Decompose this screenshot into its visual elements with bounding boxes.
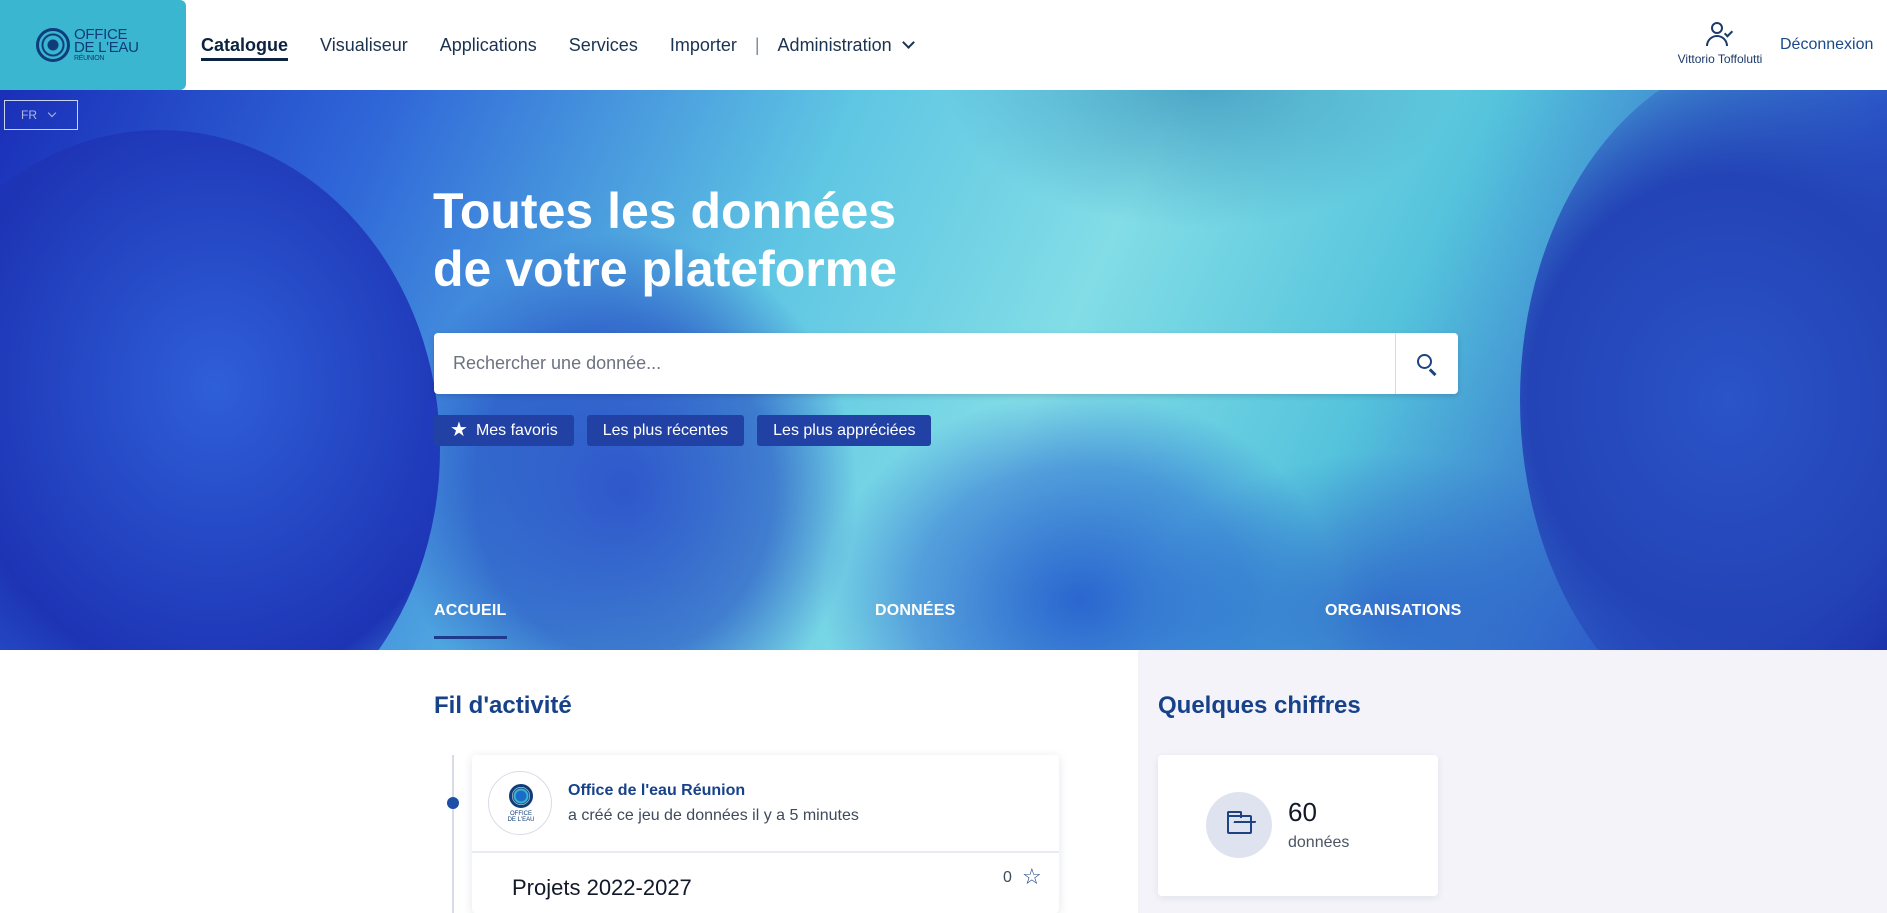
hero-title-line-2: de votre plateforme xyxy=(433,241,898,297)
user-check-icon xyxy=(1705,22,1735,48)
chip-label: Mes favoris xyxy=(475,422,558,439)
org-logo[interactable]: OFFICE DE L'EAU xyxy=(488,771,552,835)
logo-mark-icon xyxy=(36,28,70,62)
nav-visualiseur[interactable]: Visualiseur xyxy=(320,0,408,90)
hero-title: Toutes les données de votre plateforme xyxy=(433,182,897,298)
stat-icon-bg xyxy=(1206,792,1272,858)
chip-label: Les plus récentes xyxy=(602,422,729,439)
star-icon: ★ xyxy=(450,419,468,441)
search-icon xyxy=(1416,353,1438,376)
chevron-down-icon xyxy=(901,36,915,49)
star-outline-icon[interactable]: ☆ xyxy=(1022,865,1042,889)
quick-filters: ★ Mes favoris Les plus récentes Les plus… xyxy=(434,415,944,446)
timeline-line xyxy=(452,755,454,913)
stats-title: Quelques chiffres xyxy=(1158,692,1361,719)
nav-administration-dropdown[interactable]: Administration xyxy=(777,0,915,90)
nav-importer[interactable]: Importer xyxy=(670,0,737,90)
search-input[interactable] xyxy=(434,333,1395,394)
user-name: Vittorio Toffolutti xyxy=(1677,52,1763,66)
user-menu[interactable]: Vittorio Toffolutti xyxy=(1670,22,1770,66)
dataset-title[interactable]: Projets 2022-2027 xyxy=(512,875,692,901)
nav-applications[interactable]: Applications xyxy=(440,0,537,90)
activity-org-name[interactable]: Office de l'eau Réunion xyxy=(568,782,745,800)
org-logo-text: OFFICE DE L'EAU xyxy=(499,811,543,823)
folder-open-icon xyxy=(1227,811,1252,834)
chip-label: Les plus appréciées xyxy=(773,422,916,439)
favorite-count: 0 xyxy=(1003,869,1012,886)
nav-catalogue[interactable]: Catalogue xyxy=(201,0,289,90)
search-bar xyxy=(434,333,1458,394)
chip-plus-recentes[interactable]: Les plus récentes xyxy=(586,415,745,446)
timeline-dot xyxy=(447,797,459,809)
nav-administration-label: Administration xyxy=(777,35,892,55)
tab-accueil[interactable]: ACCUEIL xyxy=(434,602,507,639)
stat-card-datasets[interactable]: 60 données xyxy=(1158,755,1438,896)
nav-services[interactable]: Services xyxy=(569,0,638,90)
logo-text: OFFICE DE L'EAU RÉUNION xyxy=(74,27,139,63)
logout-link[interactable]: Déconnexion xyxy=(1780,36,1873,54)
nav-separator: | xyxy=(754,35,760,55)
tab-donnees[interactable]: DONNÉES xyxy=(875,602,956,620)
main-nav: Catalogue Visualiseur Applications Servi… xyxy=(201,0,915,90)
hero-banner: Toutes les données de votre plateforme ★… xyxy=(0,90,1887,650)
datasets-count: 60 xyxy=(1288,797,1317,827)
search-button[interactable] xyxy=(1395,333,1458,394)
hero-background-shape xyxy=(0,130,440,650)
hero-title-line-1: Toutes les données xyxy=(433,183,897,239)
card-divider xyxy=(472,851,1059,853)
top-navigation: OFFICE DE L'EAU RÉUNION Catalogue Visual… xyxy=(0,0,1887,90)
section-tabs: ACCUEIL DONNÉES ORGANISATIONS xyxy=(0,602,1887,650)
activity-card[interactable]: OFFICE DE L'EAU Office de l'eau Réunion … xyxy=(472,755,1059,913)
logo-line-2: DE L'EAU xyxy=(74,39,139,56)
org-logo-icon xyxy=(509,784,533,808)
activity-feed-title: Fil d'activité xyxy=(434,692,572,719)
org-logo-line-2: DE L'EAU xyxy=(507,817,535,823)
hero-background-shape xyxy=(940,90,1460,230)
language-selector[interactable]: FR xyxy=(4,100,78,130)
site-logo[interactable]: OFFICE DE L'EAU RÉUNION xyxy=(0,0,186,90)
chip-mes-favoris[interactable]: ★ Mes favoris xyxy=(434,415,574,446)
hero-background-shape xyxy=(1520,90,1887,650)
chip-plus-appreciees[interactable]: Les plus appréciées xyxy=(757,415,932,446)
datasets-label: données xyxy=(1288,834,1350,851)
activity-description: a créé ce jeu de données il y a 5 minute… xyxy=(568,807,859,824)
language-selected: FR xyxy=(21,108,37,122)
chevron-down-icon xyxy=(47,108,57,118)
tab-organisations[interactable]: ORGANISATIONS xyxy=(1325,602,1462,620)
